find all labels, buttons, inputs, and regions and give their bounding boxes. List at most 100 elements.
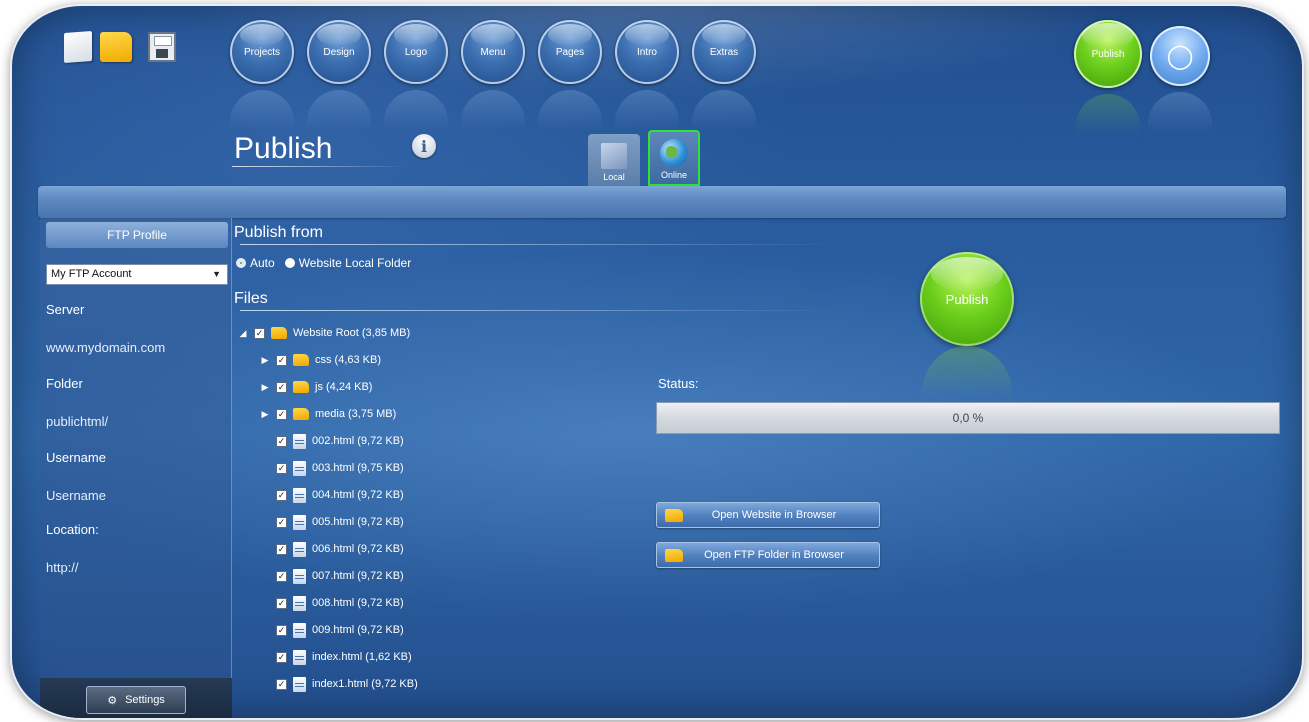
server-value[interactable]: www.mydomain.com <box>46 340 165 355</box>
nav-extras-button[interactable]: Extras <box>692 20 756 84</box>
tab-online[interactable]: Online <box>648 130 700 186</box>
username-value[interactable]: Username <box>46 488 106 503</box>
gear-icon: ⚙ <box>107 694 118 707</box>
progress-text: 0,0 % <box>952 411 984 425</box>
checkbox[interactable]: ✓ <box>276 597 287 609</box>
checkbox[interactable]: ✓ <box>276 462 287 474</box>
file-label: index.html (1,62 KB) <box>312 651 412 663</box>
expand-arrow-icon[interactable]: ▶ <box>260 409 270 420</box>
tree-file-row[interactable]: ✓ 009.html (9,72 KB) <box>276 621 404 639</box>
checkbox[interactable]: ✓ <box>276 543 287 555</box>
tree-file-row[interactable]: ✓ 004.html (9,72 KB) <box>276 486 404 504</box>
open-ftp-folder-label: Open FTP Folder in Browser <box>704 549 844 561</box>
tree-folder-row[interactable]: ▶ ✓ js (4,24 KB) <box>260 378 372 396</box>
file-label: 002.html (9,72 KB) <box>312 435 404 447</box>
folder-icon <box>665 548 683 562</box>
tree-file-row[interactable]: ✓ 007.html (9,72 KB) <box>276 567 404 585</box>
floppy-disk-icon[interactable] <box>148 32 176 62</box>
checkbox[interactable]: ✓ <box>276 435 287 447</box>
checkbox[interactable]: ✓ <box>276 489 287 501</box>
section-divider <box>240 244 840 245</box>
checkbox[interactable]: ✓ <box>276 408 287 420</box>
radio-website-local-folder[interactable]: Website Local Folder <box>284 256 411 270</box>
tab-local[interactable]: Local <box>588 134 640 186</box>
nav-publish-label: Publish <box>1091 48 1125 60</box>
local-folder-icon <box>601 143 627 169</box>
tree-folder-row[interactable]: ▶ ✓ media (3,75 MB) <box>260 405 396 423</box>
nav-reflection <box>384 90 448 130</box>
publish-from-options: Auto Website Local Folder <box>236 256 411 270</box>
folder-value[interactable]: publichtml/ <box>46 414 108 429</box>
nav-logo-button[interactable]: Logo <box>384 20 448 84</box>
file-label: 005.html (9,72 KB) <box>312 516 404 528</box>
file-label: 007.html (9,72 KB) <box>312 570 404 582</box>
nav-menu-button[interactable]: Menu <box>461 20 525 84</box>
location-value[interactable]: http:// <box>46 560 79 575</box>
nav-pages-button[interactable]: Pages <box>538 20 602 84</box>
html-file-icon <box>293 676 306 692</box>
tree-file-row[interactable]: ✓ 008.html (9,72 KB) <box>276 594 404 612</box>
folder-label: css (4,63 KB) <box>315 354 382 366</box>
html-file-icon <box>293 460 306 476</box>
username-label: Username <box>46 450 106 465</box>
tree-root-label: Website Root (3,85 MB) <box>293 327 411 339</box>
radio-selected-icon <box>236 258 246 268</box>
folder-icon <box>293 381 309 393</box>
folder-icon <box>271 327 287 339</box>
file-label: 004.html (9,72 KB) <box>312 489 404 501</box>
checkbox[interactable]: ✓ <box>276 381 287 393</box>
open-folder-icon[interactable] <box>100 32 132 62</box>
nav-reflection <box>307 90 371 130</box>
nav-extras-label: Extras <box>709 46 739 58</box>
app-window: Projects Design Logo Menu Pages Intro Ex… <box>12 6 1302 718</box>
tree-file-row[interactable]: ✓ 002.html (9,72 KB) <box>276 432 404 450</box>
expand-arrow-icon[interactable]: ▶ <box>260 355 270 366</box>
tab-local-label: Local <box>603 172 625 182</box>
new-document-icon[interactable] <box>64 31 92 63</box>
radio-unselected-icon <box>284 258 295 268</box>
checkbox[interactable]: ✓ <box>254 327 265 339</box>
checkbox[interactable]: ✓ <box>276 651 287 663</box>
collapse-arrow-icon[interactable]: ◢ <box>238 328 248 339</box>
info-icon[interactable]: i <box>412 134 436 158</box>
checkbox[interactable]: ✓ <box>276 570 287 582</box>
folder-label: Folder <box>46 376 83 391</box>
tree-file-row[interactable]: ✓ 006.html (9,72 KB) <box>276 540 404 558</box>
checkbox[interactable]: ✓ <box>276 516 287 528</box>
html-file-icon <box>293 487 306 503</box>
tree-root-row[interactable]: ◢ ✓ Website Root (3,85 MB) <box>238 324 410 342</box>
tree-folder-row[interactable]: ▶ ✓ css (4,63 KB) <box>260 351 381 369</box>
publish-from-heading: Publish from <box>234 224 323 241</box>
location-label: Location: <box>46 522 99 537</box>
nav-reflection <box>692 90 756 130</box>
tree-file-row[interactable]: ✓ index.html (1,62 KB) <box>276 648 412 666</box>
publish-button[interactable]: Publish <box>920 252 1014 346</box>
radio-auto-label: Auto <box>250 256 275 270</box>
globe-icon <box>660 139 688 167</box>
tree-file-row[interactable]: ✓ index1.html (9,72 KB) <box>276 675 418 693</box>
nav-intro-button[interactable]: Intro <box>615 20 679 84</box>
chevron-down-icon: ▼ <box>212 269 221 279</box>
tree-file-row[interactable]: ✓ 003.html (9,75 KB) <box>276 459 404 477</box>
progress-bar: 0,0 % <box>656 402 1280 434</box>
checkbox[interactable]: ✓ <box>276 354 287 366</box>
checkbox[interactable]: ✓ <box>276 678 287 690</box>
nav-design-button[interactable]: Design <box>307 20 371 84</box>
ftp-profile-select[interactable]: My FTP Account ▼ <box>46 264 228 285</box>
page-title: Publish <box>234 132 333 165</box>
tree-file-row[interactable]: ✓ 005.html (9,72 KB) <box>276 513 404 531</box>
nav-publish-button[interactable]: Publish <box>1074 20 1142 88</box>
html-file-icon <box>293 595 306 611</box>
open-website-button[interactable]: Open Website in Browser <box>656 502 880 528</box>
checkbox[interactable]: ✓ <box>276 624 287 636</box>
expand-arrow-icon[interactable]: ▶ <box>260 382 270 393</box>
files-heading: Files <box>234 290 268 307</box>
nav-projects-button[interactable]: Projects <box>230 20 294 84</box>
nav-reflection <box>461 90 525 130</box>
settings-button[interactable]: ⚙ Settings <box>86 686 186 714</box>
html-file-icon <box>293 433 306 449</box>
status-label: Status: <box>658 376 699 391</box>
open-ftp-folder-button[interactable]: Open FTP Folder in Browser <box>656 542 880 568</box>
lightbulb-icon[interactable]: ◯ <box>1150 26 1210 86</box>
radio-auto[interactable]: Auto <box>236 256 275 270</box>
